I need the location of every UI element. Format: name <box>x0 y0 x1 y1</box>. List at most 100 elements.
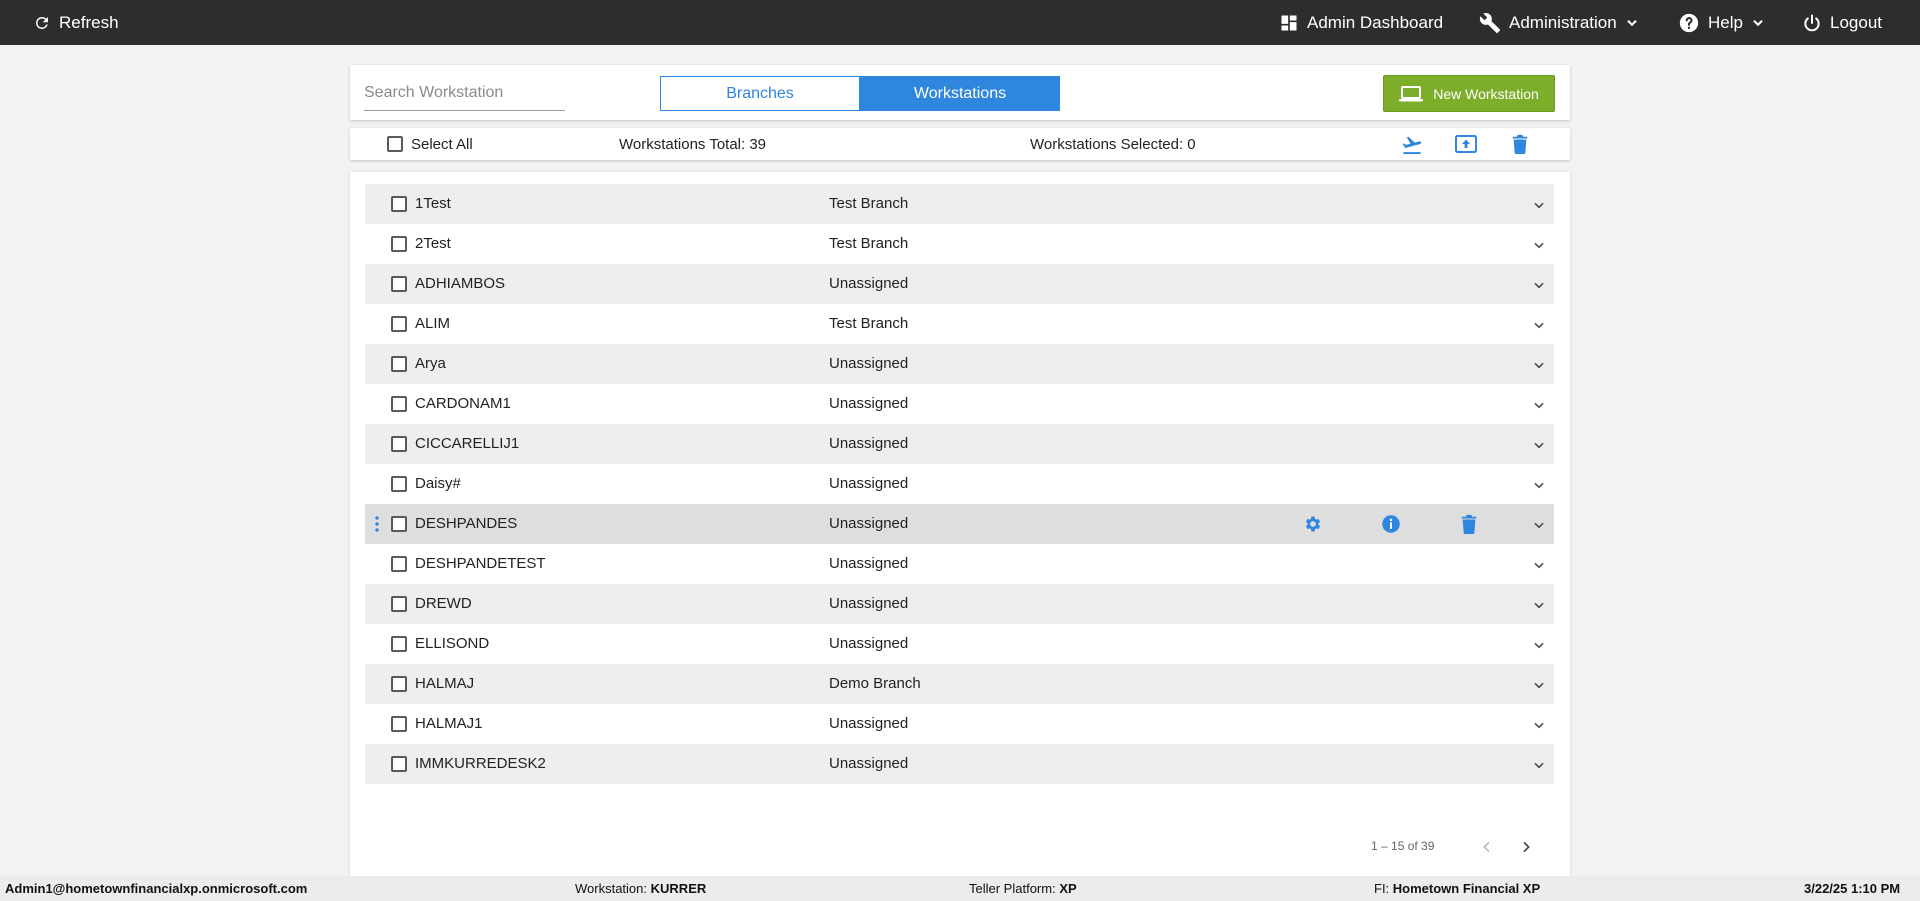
workstation-branch: Unassigned <box>829 275 909 292</box>
workstation-branch: Unassigned <box>829 515 909 532</box>
table-row[interactable]: HALMAJ Demo Branch <box>365 664 1554 704</box>
workstation-branch: Unassigned <box>829 555 909 572</box>
workstation-branch: Unassigned <box>829 435 909 452</box>
administration-menu[interactable]: Administration <box>1479 0 1639 45</box>
row-checkbox[interactable] <box>391 396 407 412</box>
table-row[interactable]: ADHIAMBOS Unassigned <box>365 264 1554 304</box>
upload-button[interactable] <box>1454 134 1478 154</box>
row-checkbox[interactable] <box>391 556 407 572</box>
trash-icon[interactable] <box>1459 514 1479 534</box>
workstation-branch: Unassigned <box>829 755 909 772</box>
table-row[interactable]: 2Test Test Branch <box>365 224 1554 264</box>
fi-value: Hometown Financial XP <box>1392 881 1541 896</box>
chevron-down-icon[interactable] <box>1532 238 1546 252</box>
chevron-down-icon[interactable] <box>1532 518 1546 532</box>
admin-dashboard-link[interactable]: Admin Dashboard <box>1279 0 1443 45</box>
workstation-name: IMMKURREDESK2 <box>415 755 546 772</box>
table-row[interactable]: Arya Unassigned <box>365 344 1554 384</box>
row-checkbox[interactable] <box>391 476 407 492</box>
row-checkbox[interactable] <box>391 756 407 772</box>
workstation-header-card: Branches Workstations New Workstation <box>350 65 1570 120</box>
row-checkbox[interactable] <box>391 316 407 332</box>
chevron-down-icon[interactable] <box>1532 478 1546 492</box>
workstation-name: 2Test <box>415 235 451 252</box>
help-icon <box>1679 13 1699 32</box>
tab-branches[interactable]: Branches <box>660 76 860 111</box>
search-workstation-input[interactable] <box>364 75 565 111</box>
status-bar: Admin1@hometownfinancialxp.onmicrosoft.c… <box>0 876 1920 901</box>
table-row[interactable]: 1Test Test Branch <box>365 184 1554 224</box>
next-page-button[interactable] <box>1518 839 1534 855</box>
chevron-down-icon[interactable] <box>1532 198 1546 212</box>
chevron-down-icon[interactable] <box>1532 598 1546 612</box>
chevron-down-icon[interactable] <box>1532 278 1546 292</box>
chevron-down-icon[interactable] <box>1532 318 1546 332</box>
table-row[interactable]: CARDONAM1 Unassigned <box>365 384 1554 424</box>
workstation-name: ADHIAMBOS <box>415 275 506 292</box>
table-row[interactable]: DREWD Unassigned <box>365 584 1554 624</box>
info-icon[interactable] <box>1381 514 1401 534</box>
workstation-branch: Unassigned <box>829 475 909 492</box>
row-checkbox[interactable] <box>391 716 407 732</box>
table-row[interactable]: Daisy# Unassigned <box>365 464 1554 504</box>
chevron-down-icon[interactable] <box>1532 398 1546 412</box>
row-checkbox[interactable] <box>391 676 407 692</box>
row-checkbox[interactable] <box>391 596 407 612</box>
drag-handle-icon[interactable] <box>374 516 380 532</box>
workstation-status: Workstation: KURRER <box>575 876 706 901</box>
teller-platform-status: Teller Platform: XP <box>969 876 1077 901</box>
table-row[interactable]: IMMKURREDESK2 Unassigned <box>365 744 1554 784</box>
deploy-button[interactable] <box>1400 134 1424 154</box>
tab-workstations[interactable]: Workstations <box>860 76 1060 111</box>
row-checkbox[interactable] <box>391 436 407 452</box>
table-row[interactable]: ALIM Test Branch <box>365 304 1554 344</box>
table-row[interactable]: HALMAJ1 Unassigned <box>365 704 1554 744</box>
row-checkbox[interactable] <box>391 516 407 532</box>
chevron-down-icon[interactable] <box>1532 678 1546 692</box>
chevron-down-icon[interactable] <box>1532 638 1546 652</box>
refresh-label: Refresh <box>59 12 119 32</box>
power-icon <box>1804 14 1820 31</box>
settings-gear-icon[interactable] <box>1303 514 1323 534</box>
row-checkbox[interactable] <box>391 636 407 652</box>
row-checkbox[interactable] <box>391 236 407 252</box>
workstation-name: DESHPANDETEST <box>415 555 546 572</box>
chevron-down-icon[interactable] <box>1532 718 1546 732</box>
current-user-value: Admin1@hometownfinancialxp.onmicrosoft.c… <box>5 881 308 896</box>
datetime-value: 3/22/25 1:10 PM <box>1804 881 1901 896</box>
workstations-total: Workstations Total: 39 <box>619 135 767 153</box>
select-all-checkbox[interactable] <box>387 136 403 152</box>
chevron-down-icon[interactable] <box>1532 358 1546 372</box>
workstation-toolbar: Select All Workstations Total: 39 Workst… <box>350 128 1570 160</box>
previous-page-button[interactable] <box>1479 839 1495 855</box>
refresh-button[interactable]: Refresh <box>33 0 119 45</box>
table-row[interactable]: DESHPANDES Unassigned <box>365 504 1554 544</box>
row-checkbox[interactable] <box>391 356 407 372</box>
chevron-down-icon <box>1626 19 1637 26</box>
table-row[interactable]: CICCARELLIJ1 Unassigned <box>365 424 1554 464</box>
current-user: Admin1@hometownfinancialxp.onmicrosoft.c… <box>5 876 307 901</box>
workstation-name: CARDONAM1 <box>415 395 511 412</box>
row-checkbox[interactable] <box>391 196 407 212</box>
workstations-selected: Workstations Selected: 0 <box>1030 135 1196 153</box>
delete-selected-button[interactable] <box>1508 134 1532 154</box>
table-row[interactable]: ELLISOND Unassigned <box>365 624 1554 664</box>
airplane-takeoff-icon <box>1402 136 1422 154</box>
dashboard-icon <box>1281 15 1297 30</box>
help-menu[interactable]: Help <box>1678 0 1765 45</box>
table-row[interactable]: DESHPANDETEST Unassigned <box>365 544 1554 584</box>
new-workstation-label: New Workstation <box>1433 85 1539 102</box>
workstation-name: ELLISOND <box>415 635 490 652</box>
row-checkbox[interactable] <box>391 276 407 292</box>
logout-button[interactable]: Logout <box>1802 0 1882 45</box>
teller-platform-label: Teller Platform: <box>969 881 1056 896</box>
new-workstation-button[interactable]: New Workstation <box>1383 75 1555 112</box>
workstation-name: DREWD <box>415 595 472 612</box>
workstation-branch: Unassigned <box>829 355 909 372</box>
select-all-control[interactable]: Select All <box>387 128 473 160</box>
workstation-name: CICCARELLIJ1 <box>415 435 520 452</box>
workstation-name: Arya <box>415 355 446 372</box>
chevron-down-icon[interactable] <box>1532 758 1546 772</box>
chevron-down-icon[interactable] <box>1532 438 1546 452</box>
chevron-down-icon[interactable] <box>1532 558 1546 572</box>
